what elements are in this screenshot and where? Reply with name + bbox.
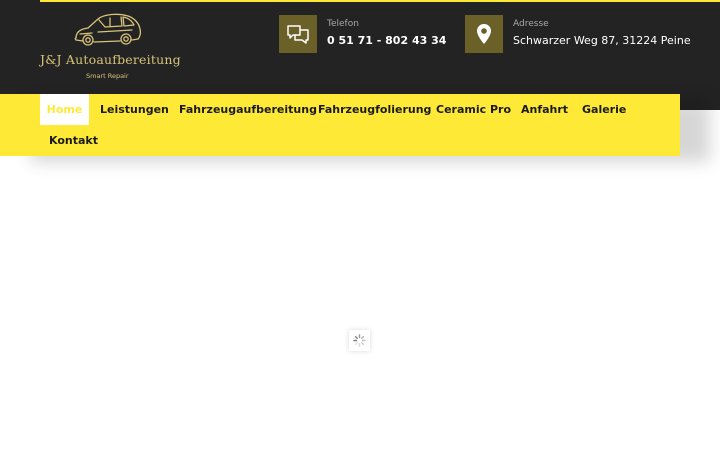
nav-item-fahrzeugaufbereitung[interactable]: Fahrzeugaufbereitung: [179, 94, 317, 125]
map-pin-icon-box: [465, 15, 503, 53]
map-pin-icon: [477, 24, 491, 44]
car-logo-icon: [74, 13, 142, 46]
nav-item-ceramic-pro[interactable]: Ceramic Pro: [436, 94, 511, 125]
header-accent-strip: [40, 0, 720, 2]
nav-item-leistungen[interactable]: Leistungen: [100, 94, 169, 125]
address-info[interactable]: Adresse Schwarzer Weg 87, 31224 Peine: [465, 15, 695, 53]
loading-spinner-icon: [353, 334, 366, 347]
phone-info[interactable]: Telefon 0 51 71 - 802 43 34: [279, 15, 459, 53]
address-value[interactable]: Schwarzer Weg 87, 31224 Peine: [513, 34, 691, 47]
page-loader: [349, 330, 370, 351]
phone-number[interactable]: 0 51 71 - 802 43 34: [327, 34, 446, 47]
main-navigation: Home Leistungen Fahrzeugaufbereitung Fah…: [0, 94, 680, 156]
nav-item-home[interactable]: Home: [40, 94, 89, 125]
brand-name: J&J Autoaufbereitung: [40, 52, 181, 67]
nav-item-anfahrt[interactable]: Anfahrt: [521, 94, 568, 125]
page: J&J Autoaufbereitung Smart Repair Telefo…: [0, 0, 720, 450]
chat-icon-box: [279, 15, 317, 53]
nav-item-galerie[interactable]: Galerie: [582, 94, 626, 125]
site-logo[interactable]: J&J Autoaufbereitung Smart Repair: [40, 10, 181, 86]
nav-item-kontakt[interactable]: Kontakt: [49, 125, 98, 156]
brand-tagline: Smart Repair: [86, 72, 129, 80]
phone-label: Telefon: [327, 19, 359, 29]
chat-icon: [287, 25, 309, 44]
nav-item-fahrzeugfolierung[interactable]: Fahrzeugfolierung: [318, 94, 431, 125]
address-label: Adresse: [513, 19, 549, 29]
